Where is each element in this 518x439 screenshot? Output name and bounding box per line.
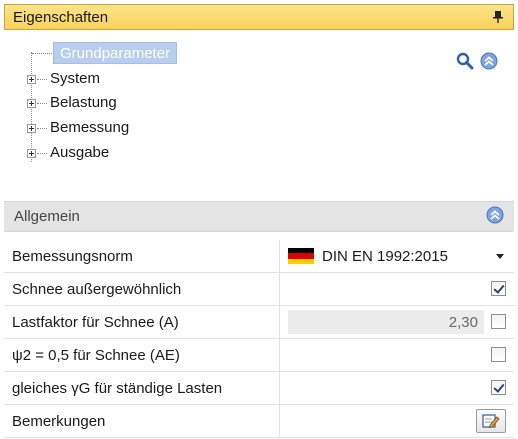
panel-title: Eigenschaften xyxy=(13,8,109,26)
property-row: ψ2 = 0,5 für Schnee (AE) xyxy=(4,339,514,372)
collapse-up-icon[interactable] xyxy=(480,52,498,74)
schnee-aussergewoehnlich-checkbox[interactable] xyxy=(491,281,506,296)
dropdown-value: DIN EN 1992:2015 xyxy=(322,247,448,265)
property-label: ψ2 = 0,5 für Schnee (AE) xyxy=(4,339,280,371)
tree-toolbar xyxy=(456,52,498,74)
search-icon[interactable] xyxy=(456,52,474,74)
bemerkungen-edit-button[interactable] xyxy=(476,409,506,433)
lastfaktor-checkbox[interactable] xyxy=(491,314,506,329)
tree-node-ausgabe[interactable]: Ausgabe xyxy=(50,144,109,161)
collapse-up-icon[interactable] xyxy=(486,206,504,228)
tree-node-system[interactable]: System xyxy=(50,70,100,87)
chevron-down-icon[interactable] xyxy=(496,254,504,259)
property-grid: Bemessungsnorm DIN EN 1992:2015 Schnee a… xyxy=(4,240,514,438)
property-row: Schnee außergewöhnlich xyxy=(4,273,514,306)
property-row: Lastfaktor für Schnee (A) 2,30 xyxy=(4,306,514,339)
tree-node-belastung[interactable]: Belastung xyxy=(50,94,117,111)
navigator-tree: Grundparameter System Belastung Bemessun… xyxy=(20,42,320,172)
pin-icon[interactable] xyxy=(491,10,505,24)
property-label: Lastfaktor für Schnee (A) xyxy=(4,306,280,338)
property-row: gleiches γG für ständige Lasten xyxy=(4,372,514,405)
section-header-allgemein[interactable]: Allgemein xyxy=(4,201,514,232)
properties-panel-header: Eigenschaften xyxy=(4,4,514,30)
tree-node-grundparameter[interactable]: Grundparameter xyxy=(53,42,178,64)
property-row: Bemerkungen xyxy=(4,405,514,438)
expand-icon[interactable] xyxy=(27,75,36,84)
psi2-checkbox[interactable] xyxy=(491,347,506,362)
property-label: Schnee außergewöhnlich xyxy=(4,273,280,305)
property-row: Bemessungsnorm DIN EN 1992:2015 xyxy=(4,240,514,273)
property-label: Bemerkungen xyxy=(4,405,280,437)
edit-icon xyxy=(482,414,500,429)
tree-node-bemessung[interactable]: Bemessung xyxy=(50,119,129,136)
standard-dropdown[interactable]: DIN EN 1992:2015 xyxy=(280,240,514,272)
gleiches-gamma-g-checkbox[interactable] xyxy=(491,380,506,395)
german-flag-icon xyxy=(288,248,314,264)
tree-node-label: Grundparameter xyxy=(60,44,171,62)
property-label: gleiches γG für ständige Lasten xyxy=(4,372,280,404)
lastfaktor-value: 2,30 xyxy=(288,310,484,334)
expand-icon[interactable] xyxy=(27,124,36,133)
expand-icon[interactable] xyxy=(27,99,36,108)
expand-icon[interactable] xyxy=(27,149,36,158)
section-title: Allgemein xyxy=(14,208,80,225)
property-label: Bemessungsnorm xyxy=(4,240,280,272)
